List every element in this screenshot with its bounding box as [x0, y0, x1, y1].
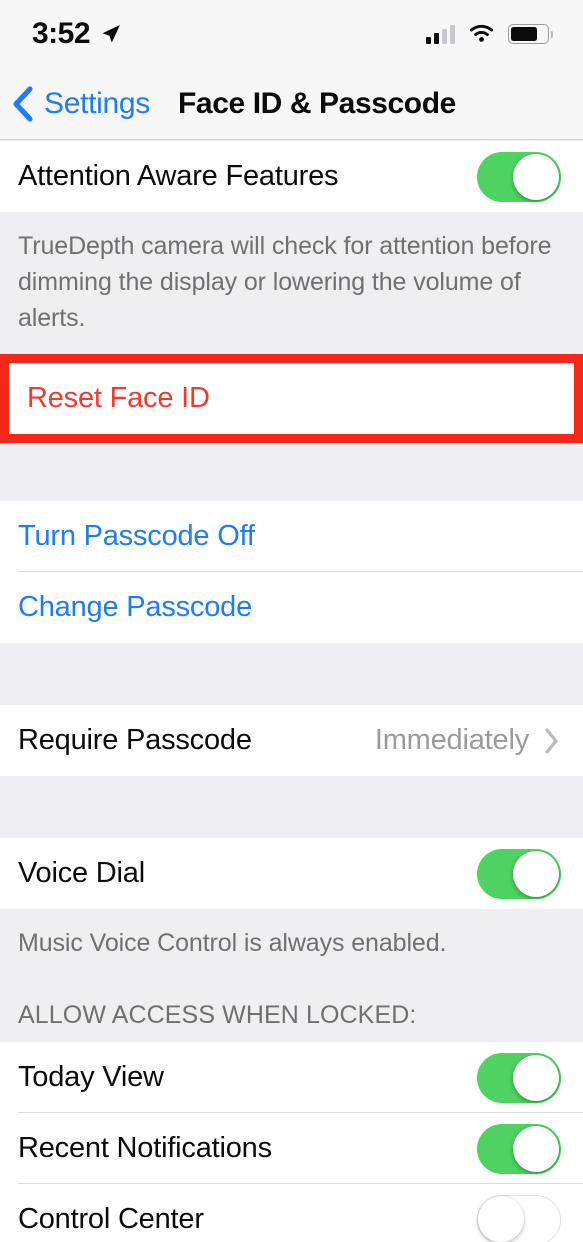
row-change-passcode[interactable]: Change Passcode [0, 572, 583, 643]
row-control-center[interactable]: Control Center [0, 1184, 583, 1242]
reset-face-id-highlight-wrapper: Reset Face ID [0, 354, 583, 443]
toggle-knob [513, 153, 559, 200]
wifi-icon [469, 24, 494, 42]
today-view-toggle[interactable] [477, 1052, 561, 1103]
status-time: 3:52 [32, 17, 91, 50]
attention-footer: TrueDepth camera will check for attentio… [0, 212, 583, 354]
settings-content: Attention Aware Features TrueDepth camer… [0, 141, 583, 1242]
cellular-signal-icon [426, 24, 455, 44]
today-view-label: Today View [18, 1061, 164, 1093]
battery-icon [508, 24, 553, 44]
gap-after-passcode [0, 643, 583, 705]
require-passcode-group: Require Passcode Immediately [0, 705, 583, 776]
reset-face-id-highlight-box: Reset Face ID [0, 354, 583, 443]
page-title: Face ID & Passcode [178, 86, 456, 120]
back-button[interactable]: Settings [0, 84, 150, 124]
recent-notifications-toggle[interactable] [477, 1123, 561, 1174]
attention-aware-features-toggle[interactable] [477, 151, 561, 202]
row-reset-face-id[interactable]: Reset Face ID [9, 363, 574, 434]
gap-after-reset [0, 443, 583, 501]
navigation-bar: Settings Face ID & Passcode [0, 68, 583, 140]
allow-access-header: ALLOW ACCESS WHEN LOCKED: [0, 979, 583, 1042]
back-button-label: Settings [44, 86, 150, 120]
toggle-knob [513, 1125, 559, 1172]
row-turn-passcode-off[interactable]: Turn Passcode Off [0, 501, 583, 572]
attention-footer-text: TrueDepth camera will check for attentio… [18, 232, 552, 332]
require-passcode-value-group: Immediately [375, 724, 561, 757]
row-today-view[interactable]: Today View [0, 1042, 583, 1113]
status-time-group: 3:52 [32, 17, 123, 51]
attention-group: Attention Aware Features [0, 141, 583, 212]
row-recent-notifications[interactable]: Recent Notifications [0, 1113, 583, 1184]
chevron-right-icon [545, 727, 558, 754]
control-center-toggle[interactable] [477, 1194, 561, 1242]
toggle-knob [478, 1196, 524, 1242]
gap-after-require [0, 776, 583, 838]
status-indicators [426, 24, 553, 44]
turn-passcode-off-label: Turn Passcode Off [18, 520, 255, 552]
allow-access-header-text: ALLOW ACCESS WHEN LOCKED: [18, 1001, 417, 1029]
toggle-knob [513, 1054, 559, 1101]
row-require-passcode[interactable]: Require Passcode Immediately [0, 705, 583, 776]
change-passcode-label: Change Passcode [18, 591, 252, 623]
toggle-knob [513, 850, 559, 897]
location-arrow-icon [102, 25, 121, 43]
row-voice-dial[interactable]: Voice Dial [0, 838, 583, 909]
require-passcode-value: Immediately [374, 724, 529, 756]
control-center-label: Control Center [18, 1203, 204, 1235]
status-bar: 3:52 [0, 0, 583, 68]
passcode-group: Turn Passcode Off Change Passcode [0, 501, 583, 643]
recent-notifications-label: Recent Notifications [18, 1132, 272, 1164]
attention-aware-features-label: Attention Aware Features [18, 160, 339, 192]
require-passcode-label: Require Passcode [18, 724, 252, 756]
reset-face-id-label: Reset Face ID [27, 382, 210, 414]
voice-dial-label: Voice Dial [18, 857, 145, 889]
voice-dial-footer: Music Voice Control is always enabled. [0, 909, 583, 979]
voice-dial-toggle[interactable] [477, 848, 561, 899]
iphone-settings-screen: 3:52 Settings Face ID & Passcode Attenti… [0, 0, 583, 1242]
voice-dial-group: Voice Dial [0, 838, 583, 909]
voice-dial-footer-text: Music Voice Control is always enabled. [18, 929, 447, 957]
row-attention-aware-features[interactable]: Attention Aware Features [0, 141, 583, 212]
allow-access-group: Today View Recent Notifications Control … [0, 1042, 583, 1242]
chevron-left-icon [13, 85, 33, 122]
